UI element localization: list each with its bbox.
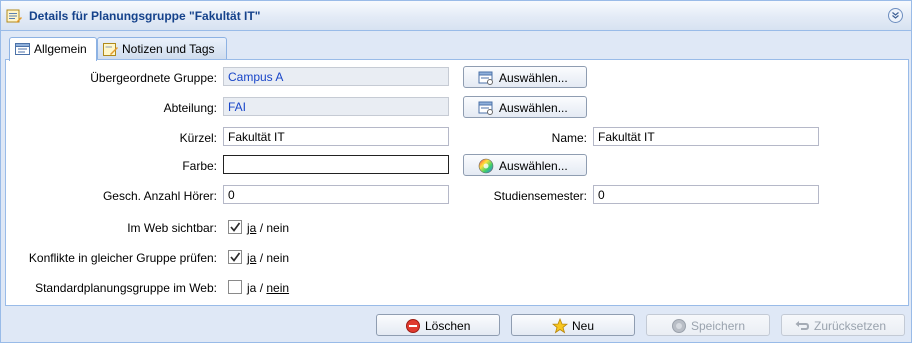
button-label: Neu (572, 319, 595, 333)
color-input[interactable] (223, 155, 449, 174)
default-web-yes-no: ja / nein (247, 281, 289, 295)
parent-group-label: Übergeordnete Gruppe: (90, 71, 217, 85)
conflicts-yes-no: ja / nein (247, 251, 289, 265)
name-label: Name: (551, 131, 587, 145)
save-disabled-icon (672, 319, 686, 333)
panel-header: Details für Planungsgruppe "Fakultät IT" (1, 1, 911, 31)
new-button[interactable]: Neu (511, 314, 635, 336)
listeners-input[interactable] (223, 185, 449, 204)
conflicts-checkbox[interactable] (228, 250, 242, 264)
default-web-checkbox[interactable] (228, 280, 242, 294)
delete-button[interactable]: Löschen (376, 314, 500, 336)
color-label: Farbe: (182, 159, 217, 173)
double-chevron-down-icon (892, 12, 899, 19)
department-field[interactable] (223, 97, 449, 116)
tab-body (5, 59, 909, 306)
button-label: Löschen (425, 319, 471, 333)
star-icon (552, 318, 568, 334)
tab-label: Allgemein (34, 42, 87, 56)
separator: / (259, 251, 264, 265)
button-label: Speichern (691, 319, 746, 333)
delete-icon (406, 319, 420, 333)
collapse-button[interactable] (888, 8, 903, 23)
parent-group-field[interactable] (223, 67, 449, 86)
short-name-label: Kürzel: (179, 131, 217, 145)
select-parent-group-button[interactable]: Auswählen... (463, 66, 587, 88)
button-label: Auswählen... (499, 101, 568, 115)
group-details-icon (6, 9, 22, 23)
no-option[interactable]: nein (266, 221, 289, 235)
name-input[interactable] (593, 127, 819, 146)
tab-allgemein[interactable]: Allgemein (9, 37, 97, 61)
listeners-label: Gesch. Anzahl Hörer: (102, 189, 217, 203)
short-name-input[interactable] (223, 127, 449, 146)
separator: / (259, 221, 264, 235)
yes-option[interactable]: ja (247, 251, 256, 265)
no-option[interactable]: nein (266, 281, 289, 295)
panel-title: Details für Planungsgruppe "Fakultät IT" (29, 9, 261, 23)
select-list-icon (478, 71, 493, 85)
yes-option[interactable]: ja (247, 281, 256, 295)
yes-option[interactable]: ja (247, 221, 256, 235)
form-icon (15, 43, 30, 55)
default-web-label: Standardplanungsgruppe im Web: (35, 281, 217, 295)
web-visible-yes-no: ja / nein (247, 221, 289, 235)
select-list-icon (478, 101, 493, 115)
tab-label: Notizen und Tags (122, 42, 215, 56)
reset-button[interactable]: Zurücksetzen (781, 314, 905, 336)
department-label: Abteilung: (163, 101, 217, 115)
button-label: Auswählen... (499, 159, 568, 173)
button-label: Auswählen... (499, 71, 568, 85)
select-color-button[interactable]: Auswählen... (463, 154, 587, 176)
checkmark-icon (230, 252, 241, 262)
web-visible-checkbox[interactable] (228, 220, 242, 234)
undo-arrow-icon (795, 321, 810, 330)
color-wheel-icon (478, 158, 494, 174)
select-department-button[interactable]: Auswählen... (463, 96, 587, 118)
semester-input[interactable] (593, 185, 819, 204)
conflicts-label: Konflikte in gleicher Gruppe prüfen: (28, 251, 217, 265)
no-option[interactable]: nein (266, 251, 289, 265)
web-visible-label: Im Web sichtbar: (127, 221, 217, 235)
tab-notizen-und-tags[interactable]: Notizen und Tags (97, 37, 227, 60)
button-label: Zurücksetzen (814, 319, 887, 333)
details-panel: Details für Planungsgruppe "Fakultät IT"… (0, 0, 912, 343)
save-button[interactable]: Speichern (646, 314, 770, 336)
notes-icon (103, 43, 118, 56)
checkmark-icon (230, 222, 241, 232)
separator: / (259, 281, 264, 295)
semester-label: Studiensemester: (493, 189, 587, 203)
